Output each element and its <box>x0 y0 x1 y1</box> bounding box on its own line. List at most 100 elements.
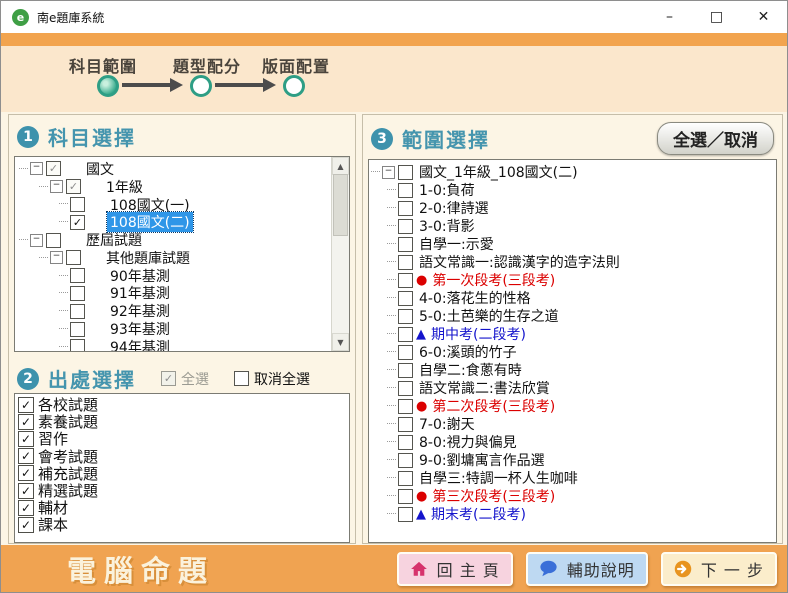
tree-row[interactable]: 91年基測 <box>15 285 349 303</box>
tree-checkbox[interactable] <box>70 268 85 283</box>
tree-item-label[interactable]: 期中考(二段考) <box>428 324 529 344</box>
tree-item-label[interactable]: 期末考(二段考) <box>428 504 529 524</box>
tree-row[interactable]: −其他題庫試題 <box>15 249 349 267</box>
minimize-button[interactable]: – <box>646 1 693 33</box>
tree-checkbox[interactable] <box>66 250 81 265</box>
source-listbox[interactable]: ✓各校試題✓素養試題✓習作✓會考試題✓補充試題✓精選試題✓輔材✓課本 <box>14 393 350 543</box>
tree-checkbox[interactable] <box>398 363 413 378</box>
source-checkbox[interactable]: ✓ <box>18 414 34 430</box>
tree-checkbox[interactable] <box>398 291 413 306</box>
tree-expander-icon[interactable]: − <box>30 234 43 247</box>
tree-item-label[interactable]: 自學一:示愛 <box>416 234 497 254</box>
tree-item-label[interactable]: 5-0:土芭樂的生存之道 <box>416 306 562 326</box>
tree-checkbox[interactable] <box>398 201 413 216</box>
scrollbar-thumb[interactable] <box>333 174 348 236</box>
tree-item-label[interactable]: 第一次段考(三段考) <box>429 270 558 290</box>
tree-row[interactable]: ▲期中考(二段考) <box>369 325 776 343</box>
tree-checkbox[interactable] <box>398 417 413 432</box>
tree-checkbox[interactable] <box>398 219 413 234</box>
tree-item-label[interactable]: 94年基測 <box>107 337 173 352</box>
tree-expander-icon[interactable]: − <box>30 162 43 175</box>
tree-row[interactable]: 93年基測 <box>15 320 349 338</box>
tree-expander-icon[interactable]: − <box>50 180 63 193</box>
tree-checkbox[interactable] <box>70 197 85 212</box>
tree-checkbox[interactable] <box>398 165 413 180</box>
tree-item-label[interactable]: 6-0:溪頭的竹子 <box>416 342 520 362</box>
select-all-toggle-button[interactable]: 全選／取消 <box>657 122 774 155</box>
tree-item-label[interactable]: 語文常識一:認識漢字的造字法則 <box>416 252 623 272</box>
tree-checkbox[interactable] <box>398 489 413 504</box>
tree-row[interactable]: 92年基測 <box>15 302 349 320</box>
tree-expander-icon[interactable]: − <box>50 251 63 264</box>
tree-checkbox[interactable] <box>398 507 413 522</box>
tree-row[interactable]: −✓1年級 <box>15 178 349 196</box>
scope-tree-listbox[interactable]: − 國文_1年級_108國文(二)1-0:負荷2-0:律詩選3-0:背影自學一:示… <box>368 159 777 543</box>
source-checkbox[interactable]: ✓ <box>18 517 34 533</box>
tree-checkbox[interactable] <box>398 435 413 450</box>
tree-item-label[interactable]: 國文_1年級_108國文(二) <box>416 162 581 182</box>
tree-item-label[interactable]: 自學二:食蔥有時 <box>416 360 525 380</box>
tree-checkbox[interactable] <box>46 233 61 248</box>
tree-checkbox[interactable] <box>398 381 413 396</box>
tree-row[interactable]: 9-0:劉墉寓言作品選 <box>369 451 776 469</box>
subject-tree-scrollbar[interactable]: ▲ ▼ <box>331 157 349 351</box>
tree-checkbox[interactable] <box>70 304 85 319</box>
deselect-all-checkbox[interactable]: 取消全選 <box>234 369 310 389</box>
tree-row[interactable]: 1-0:負荷 <box>369 181 776 199</box>
tree-checkbox[interactable] <box>398 453 413 468</box>
tree-item-label[interactable]: 9-0:劉墉寓言作品選 <box>416 450 548 470</box>
tree-row[interactable]: 8-0:視力與偏見 <box>369 433 776 451</box>
tree-row[interactable]: 語文常識一:認識漢字的造字法則 <box>369 253 776 271</box>
tree-row[interactable]: 4-0:落花生的性格 <box>369 289 776 307</box>
tree-item-label[interactable]: 語文常識二:書法欣賞 <box>416 378 553 398</box>
tree-row[interactable]: ▲期末考(二段考) <box>369 505 776 523</box>
scroll-down-icon[interactable]: ▼ <box>332 333 349 351</box>
tree-checkbox[interactable]: ✓ <box>46 161 61 176</box>
step-circle-2[interactable] <box>190 75 212 97</box>
help-button[interactable]: 輔助說明 <box>526 552 648 586</box>
tree-row[interactable]: 5-0:土芭樂的生存之道 <box>369 307 776 325</box>
tree-checkbox[interactable]: ✓ <box>70 215 85 230</box>
tree-checkbox[interactable]: ✓ <box>66 179 81 194</box>
tree-row[interactable]: 3-0:背影 <box>369 217 776 235</box>
tree-row[interactable]: 108國文(一) <box>15 196 349 214</box>
tree-row[interactable]: 語文常識二:書法欣賞 <box>369 379 776 397</box>
source-list-item[interactable]: ✓課本 <box>15 516 349 533</box>
tree-row[interactable]: −✓國文 <box>15 160 349 178</box>
tree-row[interactable]: ●第二次段考(三段考) <box>369 397 776 415</box>
tree-checkbox[interactable] <box>398 309 413 324</box>
tree-row[interactable]: 94年基測 <box>15 338 349 352</box>
tree-checkbox[interactable] <box>398 237 413 252</box>
source-checkbox[interactable]: ✓ <box>18 397 34 413</box>
scroll-up-icon[interactable]: ▲ <box>332 157 349 175</box>
tree-row[interactable]: 自學三:特調一杯人生咖啡 <box>369 469 776 487</box>
tree-item-label[interactable]: 自學三:特調一杯人生咖啡 <box>416 468 581 488</box>
tree-row[interactable]: − 國文_1年級_108國文(二) <box>369 163 776 181</box>
close-button[interactable]: ✕ <box>740 1 787 33</box>
tree-item-label[interactable]: 第三次段考(三段考) <box>429 486 558 506</box>
tree-checkbox[interactable] <box>70 286 85 301</box>
subject-tree-listbox[interactable]: −✓國文−✓1年級108國文(一)✓108國文(二)−歷屆試題−其他題庫試題90… <box>14 156 350 352</box>
tree-row[interactable]: 90年基測 <box>15 267 349 285</box>
tree-row[interactable]: 6-0:溪頭的竹子 <box>369 343 776 361</box>
source-checkbox[interactable]: ✓ <box>18 483 34 499</box>
tree-checkbox[interactable] <box>70 322 85 337</box>
tree-item-label[interactable]: 1-0:負荷 <box>416 180 478 200</box>
tree-checkbox[interactable] <box>398 327 413 342</box>
tree-row[interactable]: ●第一次段考(三段考) <box>369 271 776 289</box>
tree-row[interactable]: 自學二:食蔥有時 <box>369 361 776 379</box>
tree-row[interactable]: 自學一:示愛 <box>369 235 776 253</box>
tree-checkbox[interactable] <box>398 183 413 198</box>
tree-checkbox[interactable] <box>70 339 85 352</box>
source-checkbox[interactable]: ✓ <box>18 431 34 447</box>
tree-item-label[interactable]: 2-0:律詩選 <box>416 198 492 218</box>
tree-row[interactable]: ✓108國文(二) <box>15 213 349 231</box>
tree-item-label[interactable]: 8-0:視力與偏見 <box>416 432 520 452</box>
tree-checkbox[interactable] <box>398 471 413 486</box>
tree-row[interactable]: 7-0:謝天 <box>369 415 776 433</box>
tree-item-label[interactable]: 3-0:背影 <box>416 216 478 236</box>
home-button[interactable]: 回 主 頁 <box>397 552 513 586</box>
step-circle-3[interactable] <box>283 75 305 97</box>
tree-expander-icon[interactable]: − <box>382 166 395 179</box>
tree-row[interactable]: 2-0:律詩選 <box>369 199 776 217</box>
